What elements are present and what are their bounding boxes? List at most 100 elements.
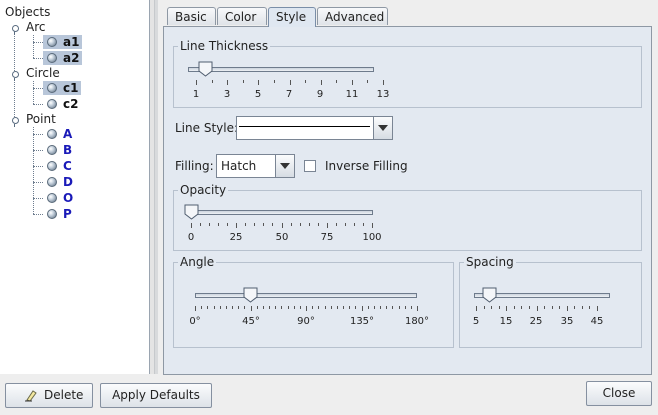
angle-slider-thumb[interactable] xyxy=(243,287,258,303)
slider-tick-mark xyxy=(380,306,381,309)
tree-item-point-a[interactable]: A xyxy=(43,127,75,141)
slider-tick-mark xyxy=(349,306,351,309)
tree-connector xyxy=(33,127,34,214)
slider-tick-mark xyxy=(306,306,307,311)
slider-tick-mark xyxy=(238,306,240,309)
tree-item-point-o[interactable]: O xyxy=(43,191,76,205)
slider-tick-mark xyxy=(355,306,357,309)
close-button[interactable]: Close xyxy=(586,381,652,406)
tree-item-c1[interactable]: c1 xyxy=(43,81,82,95)
tree-group-point[interactable]: Point xyxy=(26,112,56,126)
slider-tick-mark xyxy=(574,306,576,309)
slider-tick-mark xyxy=(353,223,355,226)
slider-tick-mark xyxy=(196,80,197,85)
slider-tick-mark xyxy=(305,80,307,83)
tree-item-point-c[interactable]: C xyxy=(43,159,75,173)
slider-tick-mark xyxy=(219,306,221,309)
slider-tick-mark xyxy=(207,306,209,309)
slider-tick-mark xyxy=(290,223,292,226)
object-bullet-icon xyxy=(47,53,57,63)
object-bullet-icon xyxy=(47,145,57,155)
angle-tick-label: 0° xyxy=(189,316,201,327)
angle-group: Angle 0° 45° 90° 135° 180° xyxy=(173,255,454,348)
filling-selected-value: Hatch xyxy=(221,159,257,173)
line-style-dropdown[interactable] xyxy=(236,116,393,140)
tab-style[interactable]: Style xyxy=(268,7,316,27)
slider-tick-mark xyxy=(299,306,301,309)
angle-slider[interactable] xyxy=(195,293,417,298)
slider-tick-mark xyxy=(536,306,538,311)
line-thickness-slider[interactable] xyxy=(188,67,374,72)
tree-connector xyxy=(33,104,43,105)
line-thickness-slider-thumb[interactable] xyxy=(198,61,213,77)
split-pane-divider[interactable] xyxy=(154,0,158,374)
tree-item-a2[interactable]: a2 xyxy=(43,51,83,65)
slider-tick-mark xyxy=(383,80,384,85)
object-tree[interactable]: Objects Arc a1 a2 Circle c1 c2 Point A B… xyxy=(0,0,150,374)
slider-tick-mark xyxy=(227,80,229,85)
tab-basic[interactable]: Basic xyxy=(167,7,216,25)
slider-tick-mark xyxy=(227,223,229,226)
slider-tick-mark xyxy=(250,306,252,311)
slider-tick-mark xyxy=(273,80,275,83)
tree-item-c2[interactable]: c2 xyxy=(43,97,81,111)
slider-tick-mark xyxy=(254,223,256,226)
slider-tick-mark xyxy=(242,80,244,83)
tab-advanced[interactable]: Advanced xyxy=(317,7,388,25)
slider-tick-mark xyxy=(245,223,247,226)
slider-tick-mark xyxy=(299,223,301,226)
slider-tick-mark xyxy=(317,223,319,226)
chevron-down-icon[interactable] xyxy=(373,117,392,139)
slider-tick-mark xyxy=(498,306,500,309)
filling-dropdown[interactable]: Hatch xyxy=(216,154,295,178)
slider-tick-mark xyxy=(236,223,238,228)
slider-tick-mark xyxy=(513,306,515,309)
chevron-down-icon[interactable] xyxy=(275,155,294,177)
opacity-tick-label: 75 xyxy=(320,232,334,243)
tree-group-arc[interactable]: Arc xyxy=(26,20,45,34)
slider-tick-mark xyxy=(528,306,530,309)
line-thickness-title: Line Thickness xyxy=(178,39,271,53)
apply-defaults-button[interactable]: Apply Defaults xyxy=(100,383,212,408)
tree-item-point-d[interactable]: D xyxy=(43,175,76,189)
slider-tick-mark xyxy=(506,306,508,311)
spacing-slider-thumb[interactable] xyxy=(482,287,497,303)
tree-root-label: Objects xyxy=(5,5,51,19)
slider-tick-mark xyxy=(336,80,338,83)
spacing-tick-label: 45 xyxy=(590,316,604,327)
slider-tick-mark xyxy=(373,306,375,309)
tree-item-point-b[interactable]: B xyxy=(43,143,75,157)
slider-tick-mark xyxy=(483,306,485,309)
object-bullet-icon xyxy=(47,83,57,93)
delete-button[interactable]: Delete xyxy=(5,383,93,408)
tree-expand-handle-icon[interactable] xyxy=(11,71,19,81)
object-bullet-icon xyxy=(47,161,57,171)
slider-tick-mark xyxy=(336,306,338,309)
slider-tick-mark xyxy=(320,80,322,85)
slider-tick-mark xyxy=(195,306,196,311)
opacity-slider-thumb[interactable] xyxy=(184,204,199,220)
slider-tick-mark xyxy=(209,223,211,226)
tree-item-point-p[interactable]: P xyxy=(43,207,75,221)
tree-group-circle[interactable]: Circle xyxy=(26,66,60,80)
angle-tick-label: 135° xyxy=(349,316,375,327)
tree-expand-handle-icon[interactable] xyxy=(11,25,19,35)
inverse-filling-checkbox[interactable] xyxy=(304,160,316,172)
slider-tick-mark xyxy=(218,223,220,226)
slider-tick-mark xyxy=(262,306,264,309)
slider-tick-mark xyxy=(308,223,310,226)
opacity-tick-label: 50 xyxy=(275,232,289,243)
object-bullet-icon xyxy=(47,193,57,203)
opacity-tick-label: 100 xyxy=(362,232,382,243)
tab-color[interactable]: Color xyxy=(217,7,267,25)
tree-connector xyxy=(33,198,43,199)
line-thickness-tick-label: 9 xyxy=(316,89,324,100)
spacing-title: Spacing xyxy=(464,255,516,269)
opacity-slider[interactable] xyxy=(191,210,373,215)
angle-tick-label: 45° xyxy=(242,316,260,327)
slider-tick-mark xyxy=(269,306,270,309)
slider-tick-mark xyxy=(404,306,406,309)
tree-expand-handle-icon[interactable] xyxy=(11,117,19,127)
slider-tick-mark xyxy=(225,306,227,309)
tree-item-a1[interactable]: a1 xyxy=(43,35,83,49)
